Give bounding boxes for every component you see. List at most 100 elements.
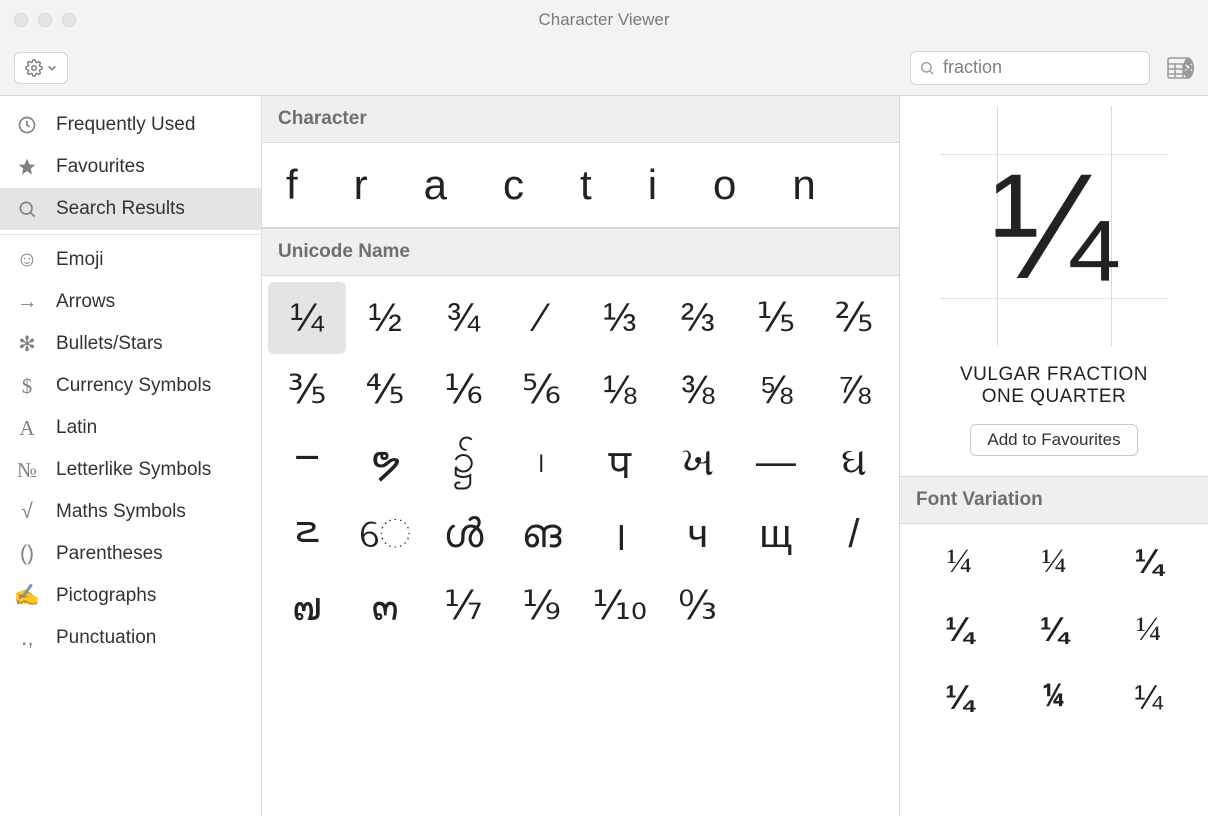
sidebar-item-label: Bullets/Stars (56, 333, 163, 355)
arrow-icon: → (14, 290, 40, 314)
chevron-down-icon (47, 63, 57, 73)
font-variation-cell[interactable]: ¼ (1007, 668, 1102, 728)
toggle-view-button[interactable] (1164, 54, 1194, 82)
glyph-cell[interactable]: ⁄ (502, 282, 580, 354)
glyph-cell[interactable]: ⅒ (581, 570, 659, 642)
glyph-cell[interactable]: ઘ (815, 426, 893, 498)
sidebar-item-favourites[interactable]: Favourites (0, 146, 261, 188)
glyph-cell[interactable]: ½ (346, 282, 424, 354)
sidebar-item-arrows[interactable]: →Arrows (0, 281, 261, 323)
glyph-cell[interactable]: щ (737, 498, 815, 570)
glyph-cell[interactable]: ຯ (346, 426, 424, 498)
star-icon (14, 157, 40, 177)
font-variation-cell[interactable]: ¼ (1101, 668, 1196, 728)
gear-icon (25, 59, 43, 77)
sidebar-item-pictographs[interactable]: ✍Pictographs (0, 575, 261, 617)
glyph-cell[interactable]: ၌ (424, 426, 502, 498)
glyph-cell[interactable]: ⅗ (268, 354, 346, 426)
sidebar-item-search-results[interactable]: Search Results (0, 188, 261, 230)
glyph-grid: ¼½¾⁄⅓⅔⅕⅖ ⅗⅘⅙⅚⅛⅜⅝⅞ ౼ຯ၌၊पખ—ઘ ౽େൾങ।чщ/ ๗๓⅐⅑⅒↉ (262, 276, 899, 648)
sidebar-item-currency-symbols[interactable]: $Currency Symbols (0, 365, 261, 407)
glyph-cell[interactable]: ⅖ (815, 282, 893, 354)
glyph-cell[interactable]: ၊ (502, 426, 580, 498)
glyph-cell[interactable]: प (581, 426, 659, 498)
character-letter[interactable]: t (580, 161, 592, 209)
search-input[interactable] (943, 57, 1175, 78)
sidebar-item-parentheses[interactable]: () Parentheses (0, 533, 261, 575)
sidebar-item-label: Parentheses (56, 543, 163, 565)
glyph-cell[interactable]: ⅑ (502, 570, 580, 642)
font-variation-cell[interactable]: ¼ (912, 600, 1007, 660)
sidebar-item-frequently-used[interactable]: Frequently Used (0, 104, 261, 146)
sidebar-item-label: Favourites (56, 156, 145, 178)
glyph-cell[interactable]: ↉ (659, 570, 737, 642)
glyph-cell[interactable]: । (581, 498, 659, 570)
sidebar-item-letterlike-symbols[interactable]: №Letterlike Symbols (0, 449, 261, 491)
glyph-cell[interactable]: ๓ (346, 570, 424, 642)
numero-icon: № (14, 458, 40, 483)
glyph-cell[interactable]: ⅓ (581, 282, 659, 354)
glyph-cell[interactable]: ⅙ (424, 354, 502, 426)
font-variation-cell[interactable]: ¼ (1101, 532, 1196, 592)
toolbar: ✕ (0, 40, 1208, 96)
parens-icon: () (14, 542, 40, 566)
sidebar-item-label: Maths Symbols (56, 501, 186, 523)
character-name: VULGAR FRACTION ONE QUARTER (900, 356, 1208, 424)
section-head-unicode: Unicode Name (262, 228, 899, 276)
sidebar: Frequently Used Favourites Search Result… (0, 96, 262, 816)
glyph-cell[interactable]: ч (659, 498, 737, 570)
dollar-icon: $ (14, 374, 40, 399)
character-letter[interactable]: a (424, 161, 447, 209)
sidebar-item-label: Frequently Used (56, 114, 195, 136)
character-letter[interactable]: r (354, 161, 368, 209)
glyph-cell[interactable]: ⅞ (815, 354, 893, 426)
glyph-cell[interactable]: ങ (502, 498, 580, 570)
smile-icon: ☺ (14, 248, 40, 272)
font-variation-cell[interactable]: ¼ (912, 668, 1007, 728)
glyph-cell[interactable]: େ (346, 498, 424, 570)
glyph-cell[interactable]: ⅚ (502, 354, 580, 426)
glyph-cell[interactable]: ౼ (268, 426, 346, 498)
sidebar-divider (0, 234, 261, 235)
glyph-cell[interactable]: ⅘ (346, 354, 424, 426)
add-to-favourites-button[interactable]: Add to Favourites (970, 424, 1137, 456)
sidebar-item-bullets-stars[interactable]: ✻Bullets/Stars (0, 323, 261, 365)
character-letter[interactable]: f (286, 161, 298, 209)
character-letter[interactable]: i (648, 161, 657, 209)
sidebar-item-emoji[interactable]: ☺Emoji (0, 239, 261, 281)
glyph-preview: ¼ (900, 96, 1208, 356)
sidebar-item-punctuation[interactable]: ․,Punctuation (0, 617, 261, 659)
character-name-line1: VULGAR FRACTION (920, 364, 1188, 386)
font-variation-grid: ¼¼¼¼¼¼¼¼¼ (900, 524, 1208, 736)
preview-glyph: ¼ (991, 151, 1116, 301)
character-letter[interactable]: o (713, 161, 736, 209)
sidebar-item-label: Punctuation (56, 627, 156, 649)
titlebar: Character Viewer (0, 0, 1208, 40)
glyph-cell[interactable]: ⅕ (737, 282, 815, 354)
font-variation-cell[interactable]: ¼ (912, 532, 1007, 592)
font-variation-cell[interactable]: ¼ (1101, 600, 1196, 660)
font-variation-cell[interactable]: ¼ (1007, 600, 1102, 660)
glyph-cell[interactable]: ๗ (268, 570, 346, 642)
glyph-cell[interactable]: ¾ (424, 282, 502, 354)
glyph-cell[interactable]: ౽ (268, 498, 346, 570)
glyph-cell[interactable]: ⅔ (659, 282, 737, 354)
sidebar-item-latin[interactable]: ALatin (0, 407, 261, 449)
font-variation-cell[interactable]: ¼ (1007, 532, 1102, 592)
glyph-cell[interactable]: ⅐ (424, 570, 502, 642)
letter-a-icon: A (14, 416, 40, 441)
character-letter[interactable]: c (503, 161, 524, 209)
glyph-cell[interactable]: — (737, 426, 815, 498)
character-letter[interactable]: n (792, 161, 815, 209)
search-field[interactable]: ✕ (910, 51, 1150, 85)
glyph-cell[interactable]: ൾ (424, 498, 502, 570)
glyph-cell[interactable]: ⅝ (737, 354, 815, 426)
glyph-cell[interactable]: ⅛ (581, 354, 659, 426)
glyph-cell[interactable]: ખ (659, 426, 737, 498)
glyph-cell[interactable]: / (815, 498, 893, 570)
glyph-cell[interactable]: ⅜ (659, 354, 737, 426)
glyph-cell[interactable]: ¼ (268, 282, 346, 354)
settings-menu-button[interactable] (14, 52, 68, 84)
sidebar-item-maths-symbols[interactable]: √Maths Symbols (0, 491, 261, 533)
grid-icon (1167, 57, 1191, 79)
